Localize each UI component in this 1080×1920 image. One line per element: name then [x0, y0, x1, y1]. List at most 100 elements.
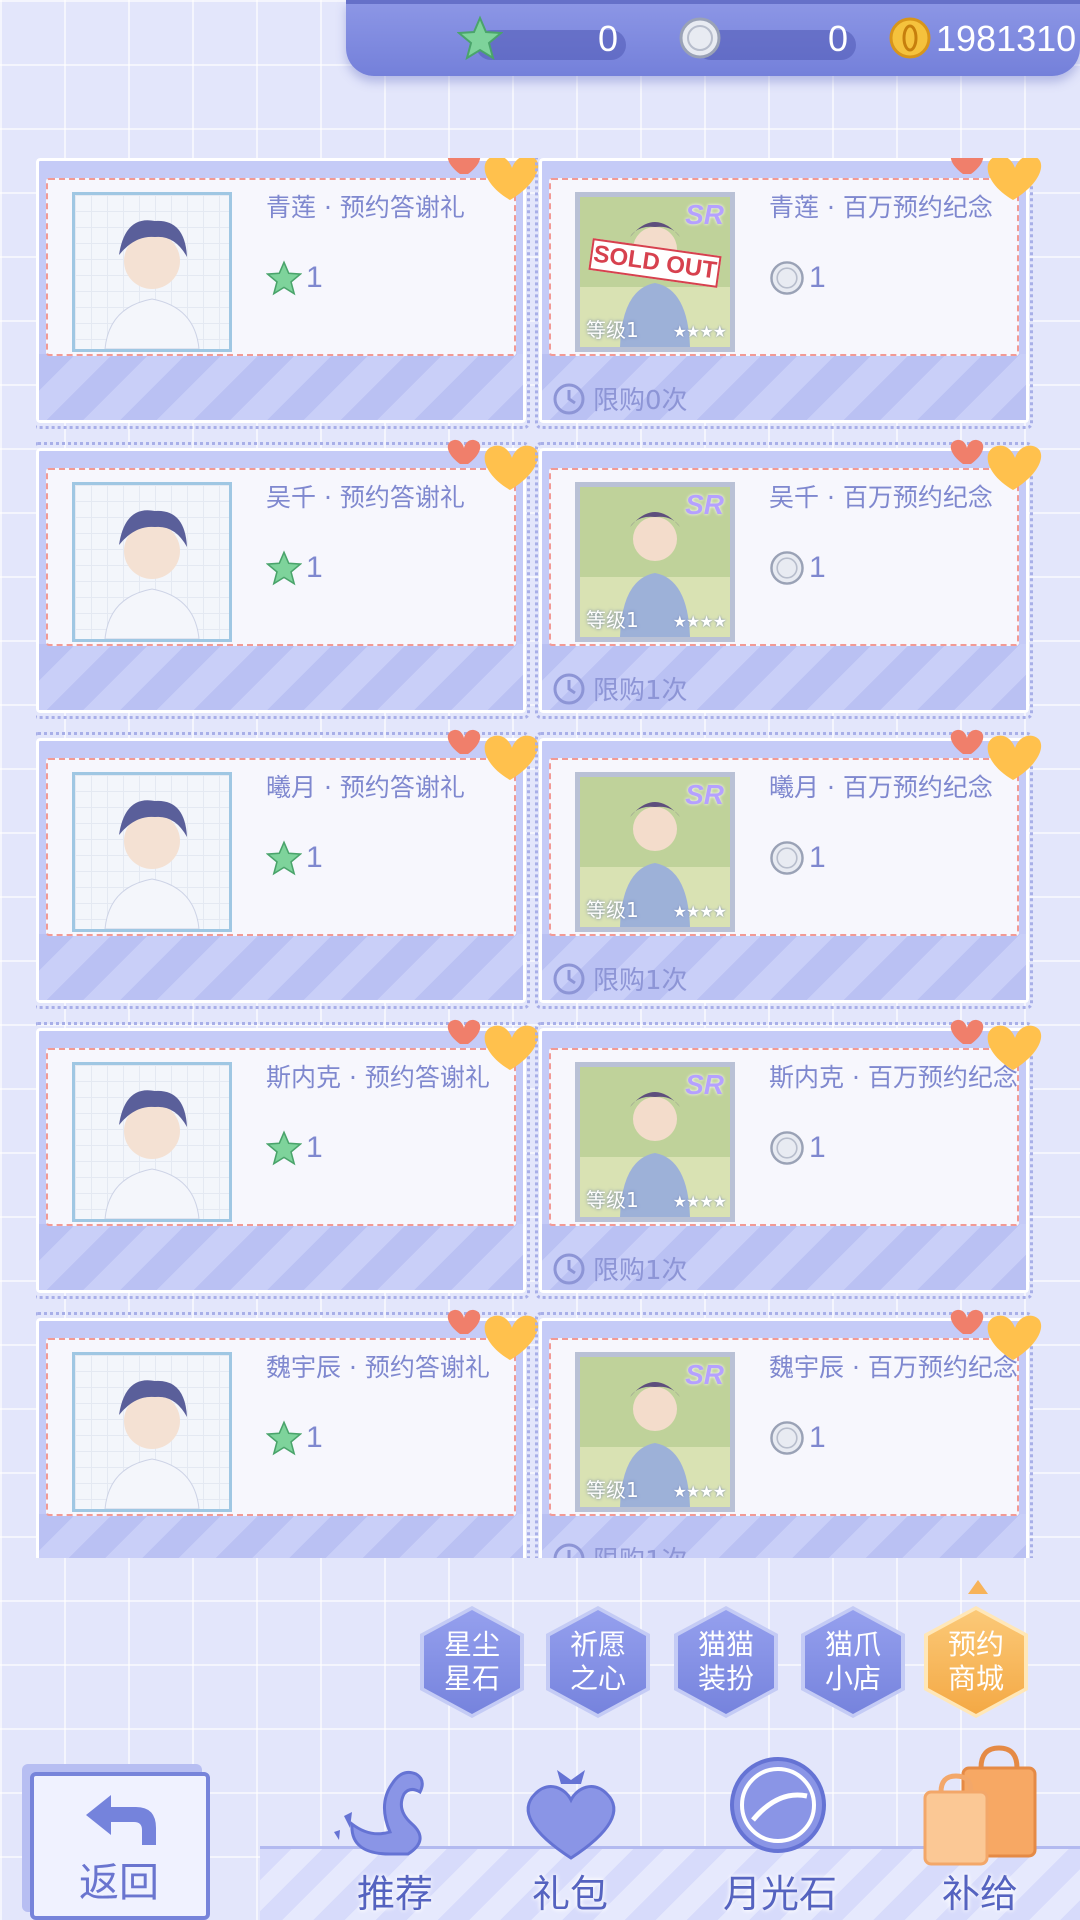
character-portrait — [72, 192, 232, 352]
item-price: 1 — [769, 1128, 826, 1168]
level-label: 等级1 — [586, 608, 639, 632]
hearts-decoration-icon — [950, 158, 1042, 200]
shop-tab-label-line1: 猫猫 — [697, 1628, 754, 1661]
character-portrait-icon — [104, 1380, 200, 1509]
purchase-limit-text: 限购1次 — [593, 966, 688, 996]
nav-gift-pack[interactable]: 礼包 — [485, 1740, 655, 1920]
clock-icon — [553, 1543, 585, 1558]
item-price: 1 — [266, 258, 323, 298]
green-star-icon — [266, 550, 302, 586]
nav-supply-label: 补给 — [941, 1872, 1018, 1916]
shop-tab-label-line2: 商城 — [947, 1662, 1004, 1695]
sr-badge: SR — [685, 489, 724, 520]
character-portrait — [72, 482, 232, 642]
card-stripes — [39, 644, 523, 710]
shop-item-card-sr[interactable]: SR 等级1 ★★★★ SOLD OUT 青莲 · 百万预约纪念 1 限购0次 — [535, 158, 1042, 429]
silver-coin-icon — [770, 1131, 804, 1165]
shop-item-card[interactable]: 斯内克 · 预约答谢礼 1 — [36, 1019, 539, 1299]
shop-tab-label-line1: 星尘 — [443, 1628, 500, 1661]
card-inner: 曦月 · 预约答谢礼 1 — [46, 758, 516, 936]
level-label: 等级1 — [586, 898, 639, 922]
active-tab-arrow-icon — [968, 1580, 988, 1594]
character-portrait-icon — [104, 220, 200, 349]
price-value: 1 — [306, 551, 323, 584]
card-inner: SR 等级1 ★★★★ SOLD OUT 青莲 · 百万预约纪念 1 — [549, 178, 1019, 356]
sr-badge: SR — [685, 1069, 724, 1100]
sr-card-art: SR 等级1 ★★★★ — [575, 482, 735, 642]
green-star-icon — [266, 260, 302, 296]
nav-moonstone[interactable]: 月光石 — [695, 1740, 865, 1920]
shop-item-card-sr[interactable]: SR等级1★★★★魏宇辰 · 百万预约纪念1限购1次 — [535, 1309, 1042, 1558]
shop-item-card-sr[interactable]: SR 等级1 ★★★★ 吴千 · 百万预约纪念 1 限购1次 — [535, 439, 1042, 719]
purchase-limit: 限购1次 — [551, 1540, 688, 1558]
sr-card-art: SR 等级1 ★★★★ — [575, 1352, 735, 1512]
item-price: 1 — [266, 548, 323, 588]
sr-badge: SR — [685, 199, 724, 230]
moonstone-icon — [730, 1757, 826, 1853]
hearts-decoration-icon — [447, 1019, 539, 1070]
back-label: 返回 — [79, 1860, 159, 1906]
item-price: 1 — [266, 1128, 323, 1168]
shop-item-card-sr[interactable]: SR 等级1 ★★★★ 曦月 · 百万预约纪念 1 限购1次 — [535, 729, 1042, 1009]
shop-tab-label-line2: 星石 — [443, 1662, 500, 1695]
hearts-decoration-icon — [950, 729, 1042, 780]
clock-icon — [553, 673, 585, 704]
character-portrait-icon — [104, 1090, 200, 1219]
green-star-icon — [266, 1420, 302, 1456]
price-value: 1 — [809, 1421, 826, 1454]
sr-badge: SR — [685, 779, 724, 810]
shop-item-card[interactable]: 青莲 · 预约答谢礼 1 — [36, 158, 539, 429]
character-portrait-icon — [104, 800, 200, 929]
swan-icon — [334, 1770, 424, 1856]
nav-recommend-label: 推荐 — [356, 1872, 433, 1916]
item-price: 1 — [266, 1418, 323, 1458]
shop-item-card[interactable]: 曦月 · 预约答谢礼 1 — [36, 729, 539, 1009]
nav-supply[interactable]: 补给 — [895, 1740, 1065, 1920]
shop-tab-label-line2: 装扮 — [697, 1662, 754, 1695]
clock-icon — [553, 963, 585, 994]
clock-icon — [553, 1253, 585, 1284]
back-arrow-icon — [86, 1795, 156, 1845]
shop-item-card[interactable]: 吴千 · 预约答谢礼 1 — [36, 439, 539, 719]
price-value: 1 — [809, 551, 826, 584]
card-stripes — [39, 934, 523, 1000]
price-value: 1 — [306, 841, 323, 874]
item-price: 1 — [266, 838, 323, 878]
card-stripes — [39, 1224, 523, 1290]
shop-tab-label-line2: 小店 — [824, 1662, 881, 1695]
card-inner: SR 等级1 ★★★★ 斯内克 · 百万预约纪念 1 — [549, 1048, 1019, 1226]
price-value: 1 — [306, 1421, 323, 1454]
shopping-bag-icon — [923, 1745, 1037, 1866]
currency-gold: 1981310 — [886, 12, 1076, 64]
price-value: 1 — [306, 261, 323, 294]
nav-recommend[interactable]: 推荐 — [310, 1740, 480, 1920]
rarity-stars-icon: ★★★★ — [672, 1192, 727, 1211]
sr-card-art: SR 等级1 ★★★★ — [575, 772, 735, 932]
back-button[interactable]: 返回 — [0, 1750, 230, 1920]
rarity-stars-icon: ★★★★ — [672, 322, 727, 341]
shop-item-card-sr[interactable]: SR 等级1 ★★★★ 斯内克 · 百万预约纪念 1 限购1次 — [535, 1019, 1042, 1299]
silver-coin-icon — [770, 261, 804, 295]
card-inner: SR 等级1 ★★★★ 吴千 · 百万预约纪念 1 — [549, 468, 1019, 646]
character-portrait-icon — [104, 510, 200, 639]
character-portrait — [72, 1352, 232, 1512]
purchase-limit: 限购0次 — [551, 380, 688, 417]
shop-item-card[interactable]: 魏宇辰 · 预约答谢礼 1 — [36, 1309, 539, 1558]
sr-badge: SR — [685, 1359, 724, 1390]
rarity-stars-icon: ★★★★ — [672, 902, 727, 921]
nav-gift-pack-label: 礼包 — [531, 1872, 608, 1916]
hearts-decoration-icon — [447, 158, 539, 200]
gold-coin-icon — [886, 12, 934, 64]
level-label: 等级1 — [586, 1188, 639, 1212]
card-stripes — [39, 1514, 523, 1558]
hearts-decoration-icon — [447, 439, 539, 490]
rarity-stars-icon: ★★★★ — [672, 612, 727, 631]
purchase-limit-text: 限购0次 — [593, 386, 688, 416]
currency-stars: 0 — [456, 12, 626, 64]
heart-gift-icon — [526, 1770, 616, 1860]
hearts-decoration-icon — [950, 1309, 1042, 1360]
character-portrait — [72, 1062, 232, 1222]
character-portrait — [72, 772, 232, 932]
currency-silver: 0 — [676, 12, 856, 64]
shop-tab-label-line2: 之心 — [569, 1662, 626, 1695]
